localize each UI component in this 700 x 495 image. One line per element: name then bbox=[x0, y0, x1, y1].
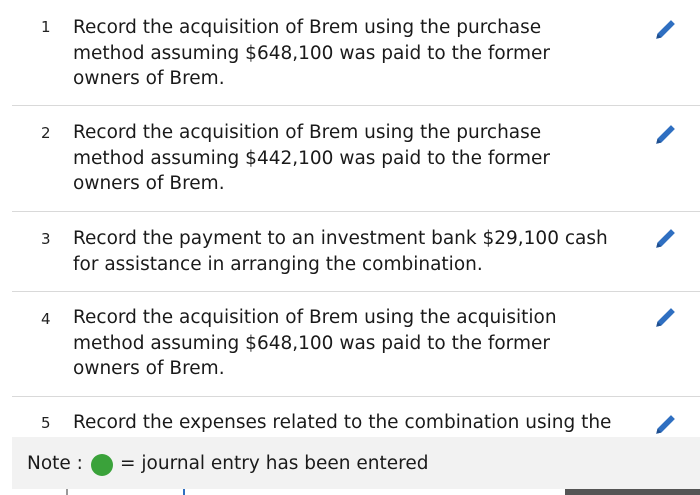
pencil-icon[interactable] bbox=[653, 121, 679, 147]
note-label: Note : bbox=[27, 453, 83, 474]
item-number: 4 bbox=[41, 310, 51, 328]
pencil-icon[interactable] bbox=[653, 225, 679, 251]
list-item: 3 Record the payment to an investment ba… bbox=[12, 211, 700, 292]
item-number: 3 bbox=[41, 230, 51, 248]
divider bbox=[183, 489, 185, 495]
item-number: 5 bbox=[41, 414, 51, 432]
item-text: Record the acquisition of Brem using the… bbox=[73, 122, 550, 194]
item-text: Record the acquisition of Brem using the… bbox=[73, 17, 550, 89]
item-text: Record the acquisition of Brem using the… bbox=[73, 307, 557, 379]
green-dot-icon bbox=[91, 454, 113, 476]
scrollbar[interactable] bbox=[565, 489, 700, 495]
pencil-icon[interactable] bbox=[653, 16, 679, 42]
item-number: 2 bbox=[41, 124, 51, 142]
list-item: 1 Record the acquisition of Brem using t… bbox=[12, 0, 700, 106]
pencil-icon[interactable] bbox=[653, 411, 679, 437]
item-text: Record the payment to an investment bank… bbox=[73, 228, 608, 275]
pencil-icon[interactable] bbox=[653, 304, 679, 330]
legend-note: Note : = journal entry has been entered bbox=[12, 437, 700, 489]
note-description: = journal entry has been entered bbox=[120, 453, 429, 474]
item-number: 1 bbox=[41, 18, 51, 36]
list-item: 2 Record the acquisition of Brem using t… bbox=[12, 105, 700, 212]
divider bbox=[66, 489, 68, 495]
list-item: 4 Record the acquisition of Brem using t… bbox=[12, 291, 700, 397]
list-item: 5 Record the expenses related to the com… bbox=[12, 396, 700, 437]
item-text: Record the expenses related to the combi… bbox=[73, 412, 612, 433]
